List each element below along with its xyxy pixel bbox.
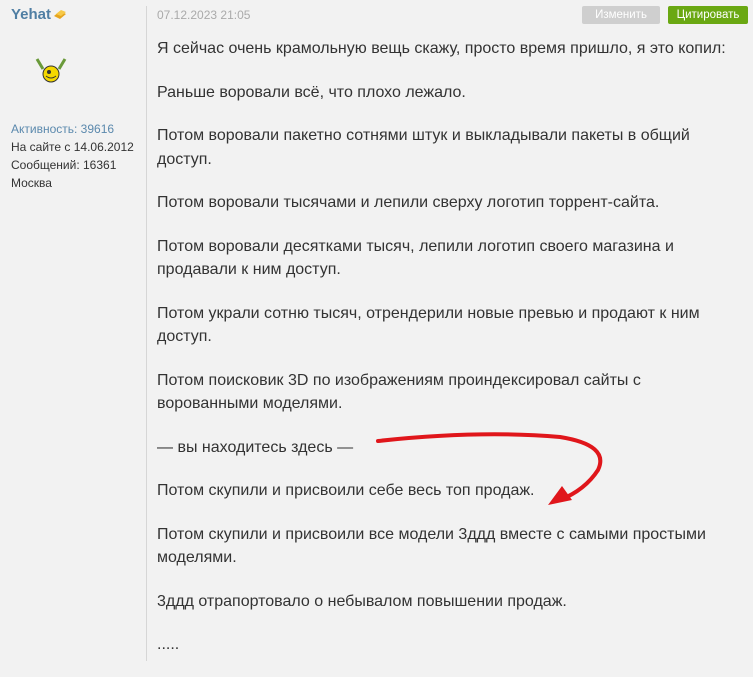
post-paragraph: — вы находитесь здесь — <box>157 438 354 456</box>
column-divider <box>146 6 147 661</box>
post-paragraph: Потом воровали десятками тысяч, лепили л… <box>157 237 674 279</box>
message-count: Сообщений: 16361 <box>11 158 117 172</box>
post-paragraph: Потом скупили и присвоили себе весь топ … <box>157 482 535 499</box>
post-paragraph: Потом поисковик 3D по изображениям проин… <box>157 371 641 413</box>
post-paragraph: 3ддд отрапортовало о небывалом повышении… <box>157 592 567 610</box>
post-paragraph: Потом воровали пакетно сотнями штук и вы… <box>157 127 690 168</box>
member-since: На сайте с 14.06.2012 <box>11 140 134 154</box>
username-link[interactable]: Yehat <box>11 6 51 23</box>
post-paragraph: Я сейчас очень крамольную вещь скажу, пр… <box>157 40 726 57</box>
post-paragraph: Потом скупили и присвоили все модели 3дд… <box>157 525 706 567</box>
post-paragraph: ..... <box>157 636 180 653</box>
post-date: 07.12.2023 21:05 <box>157 8 251 22</box>
edit-button[interactable]: Изменить <box>582 6 660 24</box>
post-paragraph: Потом воровали тысячами и лепили сверху … <box>157 194 660 211</box>
avatar <box>35 58 67 83</box>
post-paragraph: Раньше воровали всё, что плохо лежало. <box>157 83 466 101</box>
user-city: Москва <box>11 176 52 190</box>
post-paragraph: Потом украли сотню тысяч, отрендерили но… <box>157 304 700 346</box>
activity-count: Активность: 39616 <box>11 122 115 136</box>
post-body: Я сейчас очень крамольную вещь скажу, пр… <box>157 37 742 677</box>
user-sidebar: Yehat Активность: 39616 На сайте с 14.06… <box>0 0 146 661</box>
quote-button[interactable]: Цитировать <box>668 6 748 24</box>
gold-bars-icon <box>54 10 66 19</box>
